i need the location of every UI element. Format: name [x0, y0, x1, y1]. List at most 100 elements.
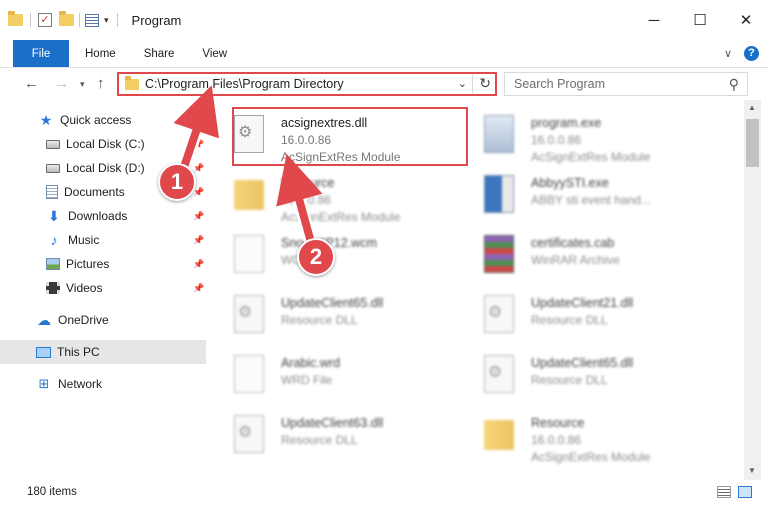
sidebar-item-label: Network: [58, 377, 103, 391]
file-item[interactable]: Resource 16.0.0.86 AcSignExtRes Module: [466, 406, 706, 464]
generic-file-icon: [234, 235, 264, 273]
pin-icon[interactable]: 📌: [193, 235, 204, 246]
tab-share[interactable]: Share: [130, 40, 189, 67]
properties-icon[interactable]: [85, 13, 99, 27]
file-item[interactable]: UpdateClient65.dll Resource DLL: [466, 346, 706, 402]
ribbon-tabs: File Home Share View ∨ ?: [0, 40, 769, 68]
file-type: Resource DLL: [531, 373, 608, 387]
file-item[interactable]: program.exe 16.0.0.86 AcSignExtRes Modul…: [466, 106, 706, 164]
sidebar-item-quick-access[interactable]: ★ Quick access: [0, 108, 206, 132]
file-item[interactable]: Arabic.wrd WRD File: [216, 346, 456, 402]
address-path[interactable]: C:\Program Files\Program Directory: [145, 77, 344, 91]
maximize-button[interactable]: ☐: [677, 0, 723, 40]
pin-icon[interactable]: 📌: [193, 259, 204, 270]
pin-icon[interactable]: 📌: [193, 211, 204, 222]
sidebar-item-network[interactable]: ⊞ Network: [0, 372, 206, 396]
pin-icon[interactable]: 📌: [193, 139, 204, 150]
sidebar-item-pictures[interactable]: Pictures 📌: [0, 252, 206, 276]
status-bar: 180 items: [0, 480, 769, 504]
refresh-icon[interactable]: ↻: [479, 75, 491, 92]
title-bar: ✓ ▾ Program ─ ☐ ✕: [0, 0, 769, 40]
pin-icon[interactable]: 📌: [193, 163, 204, 174]
folder-icon: [125, 75, 139, 90]
step-2-badge: 2: [297, 238, 335, 276]
folder-icon: [234, 180, 264, 210]
search-input[interactable]: Search Program ⚲: [504, 72, 748, 96]
disk-icon: [46, 163, 60, 173]
scrollbar-thumb[interactable]: [746, 119, 759, 167]
dll-file-icon: [234, 415, 264, 453]
scroll-up-arrow-icon[interactable]: ▲: [748, 103, 756, 112]
address-dropdown-chevron-icon[interactable]: ⌄: [458, 77, 467, 90]
address-bar[interactable]: C:\Program Files\Program Directory ⌄ ↻: [117, 72, 497, 96]
forward-arrow-icon[interactable]: →: [54, 75, 69, 92]
file-type: WRD File: [281, 373, 333, 387]
generic-file-icon: [234, 355, 264, 393]
file-item[interactable]: AbbyySTI.exe ABBY sti event hand...: [466, 166, 706, 222]
collapse-ribbon-chevron-icon[interactable]: ∨: [724, 47, 732, 60]
pictures-icon: [46, 258, 60, 270]
sidebar-item-label: Music: [68, 233, 100, 247]
sidebar-item-label: Videos: [66, 281, 103, 295]
file-item[interactable]: UpdateClient65.dll Resource DLL: [216, 286, 456, 342]
toolbar-divider: [79, 13, 80, 27]
file-item[interactable]: UpdateClient21.dll Resource DLL: [466, 286, 706, 342]
file-item[interactable]: Resource 16.0.0.86 AcSignExtRes Module: [216, 166, 456, 224]
search-icon[interactable]: ⚲: [729, 76, 739, 93]
title-divider: [116, 13, 118, 27]
disk-icon: [46, 139, 60, 149]
cloud-icon: ☁: [37, 312, 51, 328]
exe-file-icon: [484, 115, 514, 153]
pin-icon[interactable]: 📌: [193, 283, 204, 294]
quick-access-toolbar: ✓ ▾: [0, 11, 109, 27]
dll-file-icon: [234, 295, 264, 333]
sidebar-item-label: This PC: [57, 345, 100, 359]
sidebar-item-music[interactable]: ♪ Music 📌: [0, 228, 206, 252]
customize-toolbar-chevron-icon[interactable]: ▾: [104, 15, 109, 26]
toolbar-divider: [30, 13, 31, 27]
sidebar-item-label: Pictures: [66, 257, 110, 271]
file-item[interactable]: certificates.cab WinRAR Archive: [466, 226, 706, 282]
tab-view[interactable]: View: [188, 40, 241, 67]
file-item[interactable]: SnooWIP12.wcm WCM File: [216, 226, 456, 282]
help-icon[interactable]: ?: [744, 46, 759, 61]
ribbon-right-controls: ∨ ?: [724, 46, 759, 61]
recent-locations-chevron-icon[interactable]: ▾: [80, 79, 85, 90]
tab-home[interactable]: Home: [71, 40, 130, 67]
file-item[interactable]: UpdateClient63.dll Resource DLL: [216, 406, 456, 462]
up-arrow-icon[interactable]: ↑: [97, 75, 105, 92]
vertical-scrollbar[interactable]: ▲ ▼: [744, 100, 761, 480]
sidebar-item-onedrive[interactable]: ☁ OneDrive: [0, 308, 206, 332]
minimize-button[interactable]: ─: [631, 0, 677, 40]
folder-icon[interactable]: [8, 11, 23, 26]
new-folder-icon[interactable]: [59, 11, 74, 26]
file-description: AcSignExtRes Module: [531, 450, 651, 464]
file-version: 16.0.0.86: [531, 133, 582, 147]
properties-check-icon[interactable]: ✓: [38, 13, 52, 27]
sidebar-item-label: Downloads: [68, 209, 128, 223]
details-view-icon[interactable]: [717, 486, 731, 498]
sidebar-item-local-disk-c[interactable]: Local Disk (C:) 📌: [0, 132, 206, 156]
tab-file[interactable]: File: [13, 40, 69, 67]
step-1-badge: 1: [158, 163, 196, 201]
file-description: AcSignExtRes Module: [531, 150, 651, 164]
music-icon: ♪: [50, 232, 58, 248]
documents-icon: [46, 185, 58, 199]
back-arrow-icon[interactable]: ←: [24, 75, 39, 92]
file-name: UpdateClient65.dll: [531, 356, 634, 370]
large-icons-view-icon[interactable]: [738, 486, 752, 498]
network-icon: ⊞: [38, 376, 50, 391]
close-button[interactable]: ✕: [723, 0, 769, 40]
sidebar-item-label: Local Disk (D:): [66, 161, 145, 175]
sidebar-item-downloads[interactable]: ⬇ Downloads 📌: [0, 204, 206, 228]
item-count: 180 items: [27, 486, 77, 498]
sidebar-item-videos[interactable]: Videos 📌: [0, 276, 206, 300]
sidebar-item-label: Documents: [64, 185, 125, 199]
file-name: program.exe: [531, 116, 602, 130]
scroll-down-arrow-icon[interactable]: ▼: [748, 466, 756, 475]
sidebar-item-this-pc[interactable]: This PC: [0, 340, 206, 364]
window-bottom-edge: [0, 504, 769, 514]
exe-file-icon: [484, 175, 514, 213]
file-type: WinRAR Archive: [531, 253, 620, 267]
file-type: Resource DLL: [281, 433, 358, 447]
